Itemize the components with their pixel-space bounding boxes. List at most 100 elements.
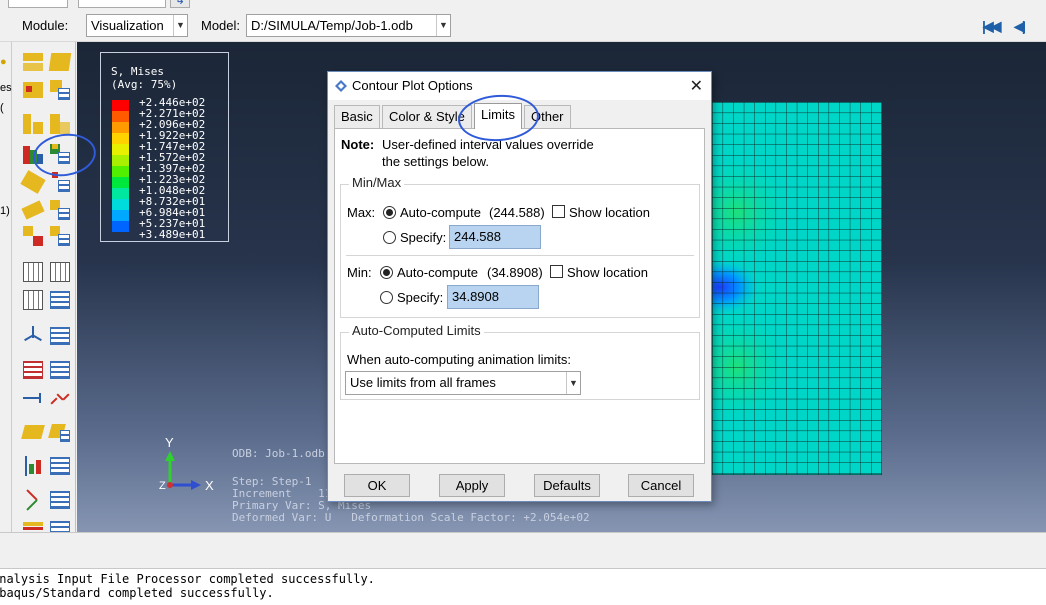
- orientation-options-icon[interactable]: [48, 198, 72, 222]
- min-auto-radio[interactable]: [380, 266, 393, 279]
- stream-plot-icon[interactable]: [21, 488, 45, 512]
- max-specify-label: Specify:: [400, 230, 447, 245]
- previous-frame-icon[interactable]: ◀|: [1014, 18, 1026, 35]
- message-line-1: Analysis Input File Processor completed …: [0, 572, 375, 586]
- view-cut-icon[interactable]: [21, 324, 45, 348]
- legend-swatch: [112, 221, 129, 232]
- legend-title: S, Mises: [111, 65, 164, 78]
- max-show-location-label: Show location: [569, 205, 650, 220]
- legend-swatch: [112, 144, 129, 155]
- display-group-icon[interactable]: [21, 454, 45, 478]
- max-specify-radio[interactable]: [383, 231, 396, 244]
- max-auto-label: Auto-compute: [400, 205, 481, 220]
- min-specify-input[interactable]: 34.8908: [447, 285, 539, 309]
- free-body-cut-icon[interactable]: [21, 420, 45, 444]
- query-arrow-icon[interactable]: ↳: [170, 0, 190, 8]
- contour-plot-options-dialog: Contour Plot Options ✕ Basic Color & Sty…: [327, 71, 712, 502]
- legend-swatch: [112, 122, 129, 133]
- odb-info: ODB: Job-1.odb: [232, 447, 325, 460]
- ok-button[interactable]: OK: [344, 474, 410, 497]
- dialog-titlebar[interactable]: Contour Plot Options ✕: [328, 72, 711, 100]
- chevron-down-icon[interactable]: ▼: [436, 15, 450, 36]
- animation-options-icon[interactable]: [48, 224, 72, 248]
- plot-deformed-icon[interactable]: [48, 50, 72, 74]
- context-bar: Module: Visualization ▼ Model: D:/SIMULA…: [0, 10, 1046, 42]
- chevron-down-icon[interactable]: ▼: [566, 372, 580, 394]
- plot-undeformed-icon[interactable]: [21, 50, 45, 74]
- symbol-plot-icon[interactable]: [20, 170, 46, 194]
- contour-both-icon[interactable]: [48, 112, 72, 136]
- min-show-location-checkbox[interactable]: [550, 265, 563, 278]
- legend-swatch: [112, 133, 129, 144]
- animation-limits-value: Use limits from all frames: [350, 375, 496, 390]
- scale-factor-animation-icon[interactable]: [48, 260, 72, 284]
- create-xy-data-icon[interactable]: [21, 358, 45, 382]
- message-line-2: Abaqus/Standard completed successfully.: [0, 586, 274, 600]
- free-body-options-icon[interactable]: [48, 420, 72, 444]
- animation-limits-select[interactable]: Use limits from all frames ▼: [345, 371, 581, 395]
- create-path-icon[interactable]: [21, 386, 45, 410]
- deformed-var-info: Deformed Var: U Deformation Scale Factor…: [232, 511, 590, 524]
- legend-swatch: [112, 155, 129, 166]
- min-specify-label: Specify:: [397, 290, 444, 305]
- common-options-icon[interactable]: [21, 78, 45, 102]
- view-cut-manager-icon[interactable]: [48, 324, 72, 348]
- model-label: Model:: [201, 18, 241, 33]
- prompt-area: [0, 532, 1046, 569]
- time-history-animation-icon[interactable]: [21, 260, 45, 284]
- minmax-group-title: Min/Max: [349, 175, 405, 190]
- tree-fragment-2: (: [0, 102, 4, 114]
- tree-fragment-1: es: [0, 82, 12, 94]
- legend-subtitle: (Avg: 75%): [111, 78, 178, 91]
- legend-swatch: [112, 111, 129, 122]
- message-area: Analysis Input File Processor completed …: [0, 569, 1046, 605]
- min-specify-radio[interactable]: [380, 291, 393, 304]
- superimpose-options-icon[interactable]: [48, 78, 72, 102]
- legend-swatch: [112, 210, 129, 221]
- toolbar-field-left[interactable]: [8, 0, 68, 8]
- legend-swatch: [112, 188, 129, 199]
- max-auto-radio[interactable]: [383, 206, 396, 219]
- triad-x-label: X: [205, 478, 214, 493]
- legend-value: +3.489e+01: [139, 228, 206, 241]
- display-group-manager-icon[interactable]: [48, 454, 72, 478]
- min-auto-label: Auto-compute: [397, 265, 478, 280]
- module-label: Module:: [22, 18, 69, 33]
- model-select[interactable]: D:/SIMULA/Temp/Job-1.odb ▼: [246, 14, 451, 37]
- min-auto-value: (34.8908): [487, 265, 543, 280]
- legend-swatch: [112, 100, 129, 111]
- apply-button[interactable]: Apply: [439, 474, 505, 497]
- plot-contours-icon[interactable]: [21, 112, 45, 136]
- note-label: Note:: [341, 137, 375, 152]
- plot-path-icon[interactable]: [48, 386, 72, 410]
- max-auto-value: (244.588): [489, 205, 545, 220]
- legend-swatch: [112, 166, 129, 177]
- cancel-button[interactable]: Cancel: [628, 474, 694, 497]
- note-line-2: the settings below.: [382, 154, 489, 169]
- stream-manager-icon[interactable]: [48, 488, 72, 512]
- toolbar-field-right[interactable]: [78, 0, 166, 8]
- first-frame-icon[interactable]: |◀◀: [982, 18, 1002, 35]
- xy-plot-icon[interactable]: [21, 288, 45, 312]
- limits-tab-panel: Note: User-defined interval values overr…: [334, 128, 705, 464]
- coordinate-triad: Y Z X: [159, 437, 214, 493]
- defaults-button[interactable]: Defaults: [534, 474, 600, 497]
- max-specify-input[interactable]: 244.588: [449, 225, 541, 249]
- close-icon[interactable]: ✕: [690, 76, 703, 96]
- dialog-app-icon: [335, 80, 347, 92]
- legend-swatch: [112, 177, 129, 188]
- tree-icon: ●: [0, 56, 7, 68]
- auto-limits-group-title: Auto-Computed Limits: [349, 323, 484, 338]
- animate-icon[interactable]: [21, 224, 45, 248]
- tab-basic[interactable]: Basic: [334, 105, 380, 128]
- animation-player-icon[interactable]: [48, 288, 72, 312]
- deformed-mesh: [712, 102, 882, 475]
- max-show-location-checkbox[interactable]: [552, 205, 565, 218]
- dialog-title: Contour Plot Options: [352, 78, 473, 93]
- xy-data-manager-icon[interactable]: [48, 358, 72, 382]
- module-select[interactable]: Visualization ▼: [86, 14, 188, 37]
- model-value: D:/SIMULA/Temp/Job-1.odb: [251, 18, 413, 33]
- material-orientation-icon[interactable]: [21, 198, 45, 222]
- min-label: Min:: [347, 265, 372, 280]
- chevron-down-icon[interactable]: ▼: [173, 15, 187, 36]
